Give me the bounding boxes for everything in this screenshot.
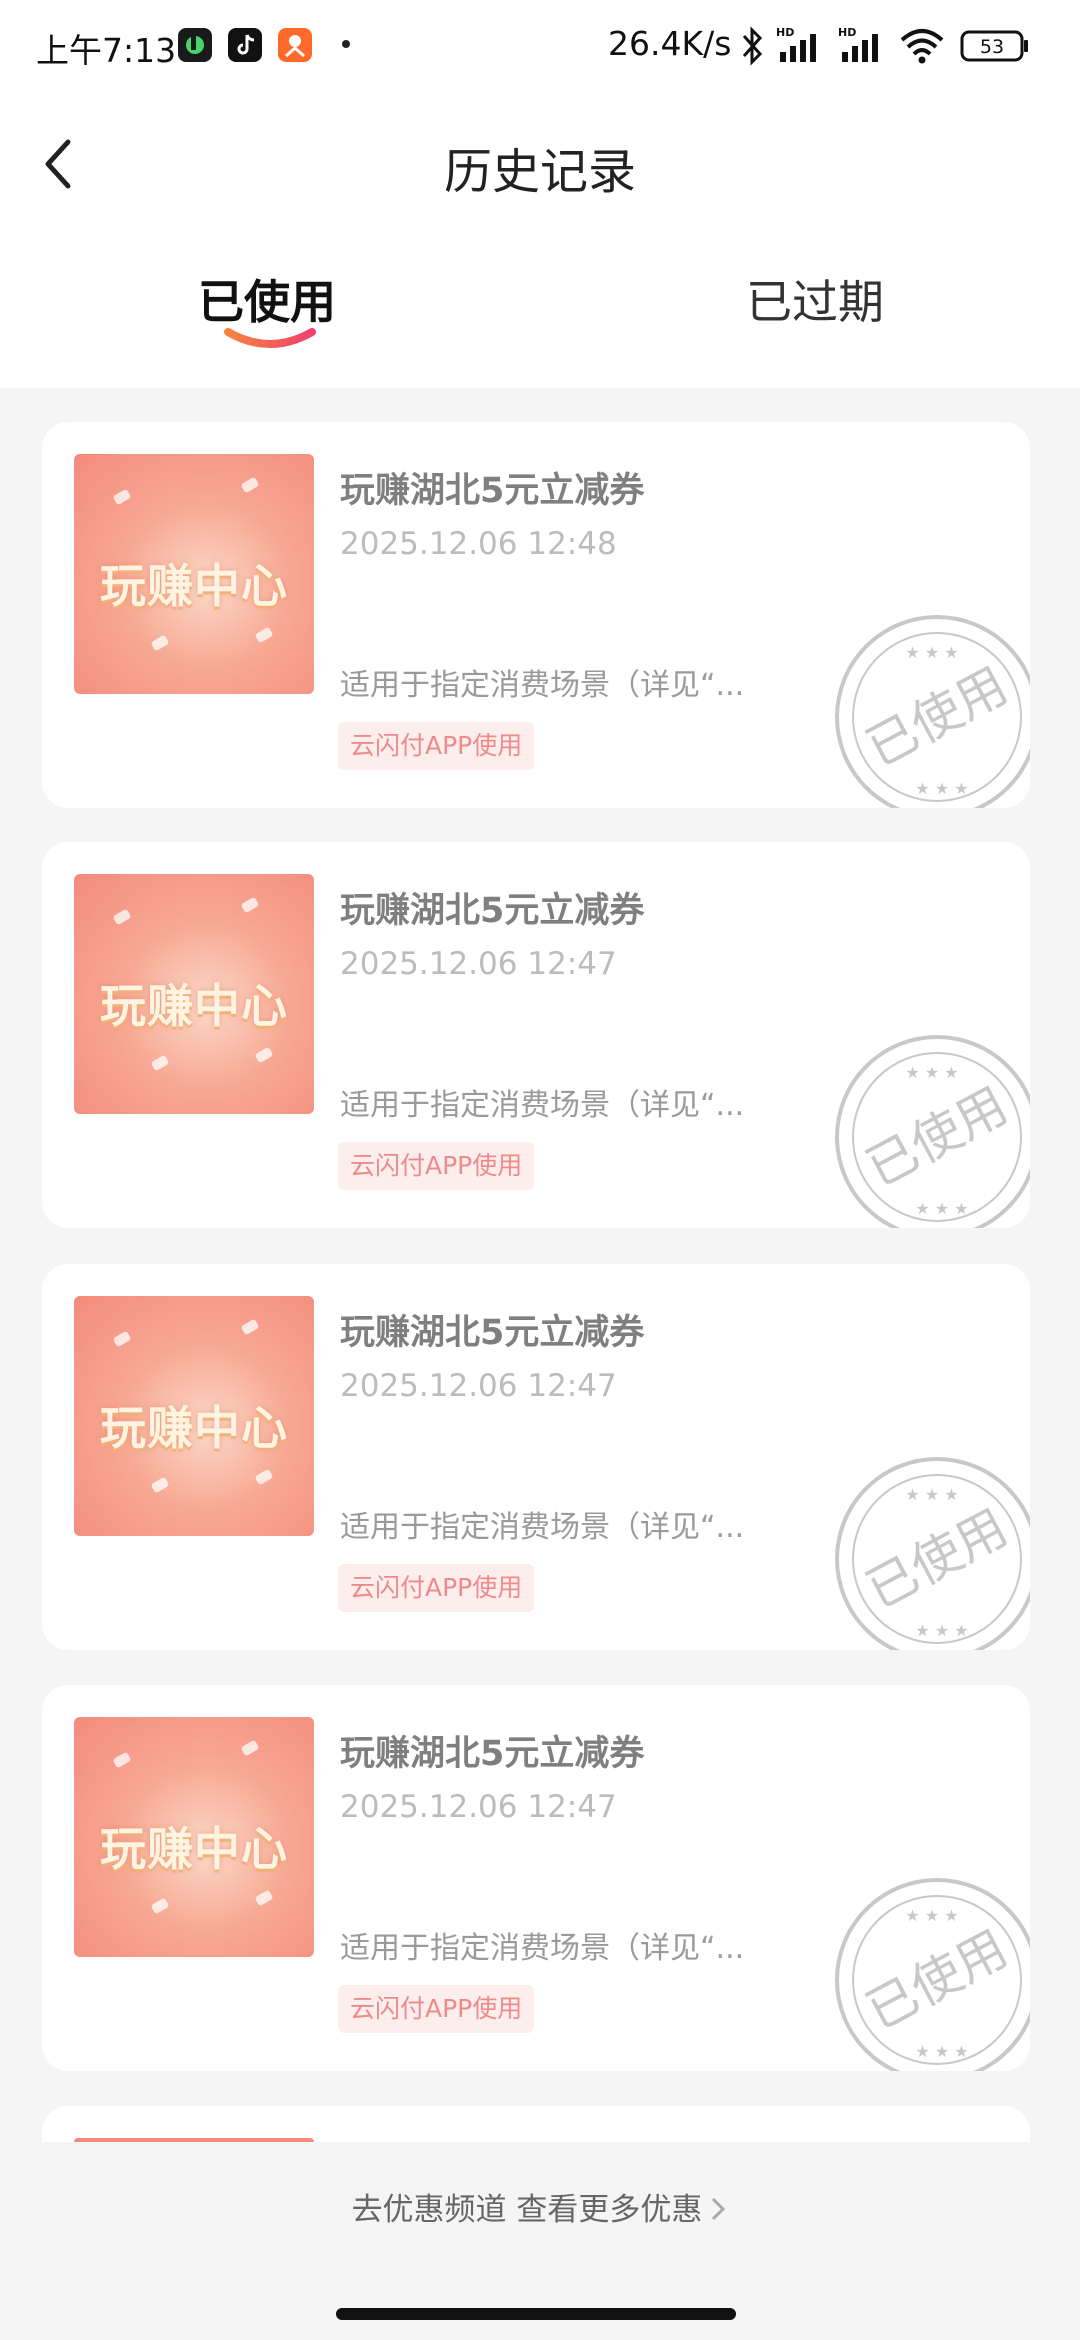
- more-offers-link[interactable]: 去优惠频道 查看更多优惠: [0, 2184, 1080, 2229]
- coupon-tag: 云闪付APP使用: [338, 1985, 535, 2033]
- tab-indicator: [224, 328, 316, 348]
- coupon-image: 玩赚中心: [74, 1717, 314, 1957]
- svg-text:★ ★ ★: ★ ★ ★: [915, 1621, 968, 1640]
- stamp-text: 已使用: [857, 656, 1017, 778]
- signal-icon: HD: [776, 26, 816, 62]
- coupon-time: 2025.12.06 12:47: [340, 1789, 617, 1825]
- wifi-icon: [900, 29, 944, 64]
- svg-text:★ ★ ★: ★ ★ ★: [905, 643, 958, 662]
- delivery-app-icon: [278, 28, 312, 62]
- svg-text:★ ★ ★: ★ ★ ★: [905, 1485, 958, 1504]
- coupon-card[interactable]: 玩赚中心 玩赚湖北5元立减券 2025.12.06 12:47 适用于指定消费场…: [42, 1685, 1030, 2071]
- status-dot: [342, 40, 350, 48]
- status-time: 上午7:13: [36, 31, 177, 70]
- status-bar: 上午7:13 26.4K/s HD HD 53: [0, 0, 1080, 90]
- svg-text:HD: HD: [776, 26, 794, 39]
- coupon-image-text: 玩赚中心: [100, 979, 288, 1033]
- coupon-image-text: 玩赚中心: [100, 559, 288, 613]
- coupon-tag: 云闪付APP使用: [338, 1142, 535, 1190]
- coupon-desc: 适用于指定消费场景（详见“...: [340, 1088, 745, 1123]
- battery-icon: 53: [960, 30, 1028, 62]
- more-offers-text: 去优惠频道 查看更多优惠: [351, 2192, 703, 2228]
- coupon-card[interactable]: 玩赚中心 玩赚湖北5元立减券 2025.12.06 12:47 适用于指定消费场…: [42, 842, 1030, 1228]
- svg-text:★ ★ ★: ★ ★ ★: [915, 779, 968, 798]
- chevron-right-icon: [708, 2192, 728, 2228]
- coupon-card[interactable]: 玩赚中心 玩赚湖北5元立减券 2025.12.06 12:47 适用于指定消费场…: [42, 1264, 1030, 1650]
- stamp-text: 已使用: [857, 1076, 1017, 1198]
- coupon-desc: 适用于指定消费场景（详见“...: [340, 668, 745, 703]
- coupon-image: 玩赚中心: [74, 454, 314, 694]
- coupon-desc: 适用于指定消费场景（详见“...: [340, 1931, 745, 1966]
- tab-used[interactable]: 已使用: [198, 266, 336, 332]
- tab-expired[interactable]: 已过期: [746, 266, 884, 332]
- coupon-image-text: 玩赚中心: [100, 1401, 288, 1455]
- svg-text:★ ★ ★: ★ ★ ★: [905, 1063, 958, 1082]
- coupon-title: 玩赚湖北5元立减券: [340, 1734, 645, 1774]
- signal-icon-2: HD: [838, 26, 878, 62]
- svg-text:★ ★ ★: ★ ★ ★: [915, 2042, 968, 2061]
- coupon-time: 2025.12.06 12:47: [340, 946, 617, 982]
- coupon-tag: 云闪付APP使用: [338, 1564, 535, 1612]
- svg-text:★ ★ ★: ★ ★ ★: [905, 1906, 958, 1925]
- stamp-text: 已使用: [857, 1498, 1017, 1620]
- coupon-image-partial: [74, 2138, 314, 2142]
- coupon-image: 玩赚中心: [74, 874, 314, 1114]
- stamp-text: 已使用: [857, 1919, 1017, 2041]
- tiktok-icon: [228, 28, 262, 62]
- used-stamp-icon: 已使用 ★ ★ ★ ★ ★ ★: [835, 1878, 1030, 2071]
- used-stamp-icon: 已使用 ★ ★ ★ ★ ★ ★: [835, 615, 1030, 808]
- coupon-tag: 云闪付APP使用: [338, 722, 535, 770]
- coupon-card[interactable]: 玩赚中心 玩赚湖北5元立减券 2025.12.06 12:48 适用于指定消费场…: [42, 422, 1030, 808]
- bluetooth-icon: [742, 26, 763, 66]
- coupon-card-partial[interactable]: [42, 2106, 1030, 2142]
- home-indicator[interactable]: [336, 2308, 736, 2320]
- coupon-image: 玩赚中心: [74, 1296, 314, 1536]
- coupon-title: 玩赚湖北5元立减券: [340, 1313, 645, 1353]
- used-stamp-icon: 已使用 ★ ★ ★ ★ ★ ★: [835, 1457, 1030, 1650]
- app-notification-icon: [178, 28, 212, 62]
- used-stamp-icon: 已使用 ★ ★ ★ ★ ★ ★: [835, 1035, 1030, 1228]
- coupon-title: 玩赚湖北5元立减券: [340, 471, 645, 511]
- coupon-time: 2025.12.06 12:48: [340, 526, 617, 562]
- svg-text:HD: HD: [838, 26, 856, 39]
- page-title: 历史记录: [443, 144, 636, 200]
- coupon-title: 玩赚湖北5元立减券: [340, 891, 645, 931]
- svg-text:★ ★ ★: ★ ★ ★: [915, 1199, 968, 1218]
- network-speed: 26.4K/s: [608, 24, 732, 63]
- coupon-desc: 适用于指定消费场景（详见“...: [340, 1510, 745, 1545]
- coupon-time: 2025.12.06 12:47: [340, 1368, 617, 1404]
- battery-level: 53: [980, 36, 1004, 58]
- coupon-image-text: 玩赚中心: [100, 1822, 288, 1876]
